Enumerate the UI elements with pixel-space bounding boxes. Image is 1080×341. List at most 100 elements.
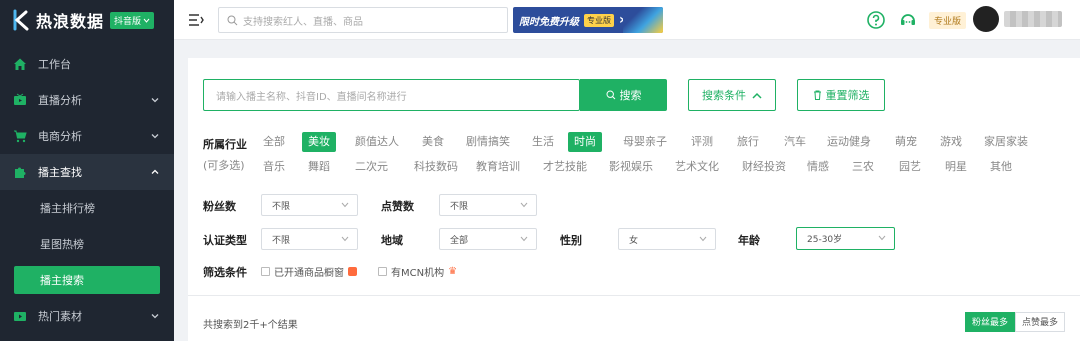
industry-option[interactable]: 美妆: [302, 132, 336, 152]
industry-option[interactable]: 才艺技能: [537, 157, 593, 177]
sidebar-subitem-star-hot[interactable]: 星图热榜: [0, 226, 174, 262]
multi-select-hint: (可多选): [203, 159, 245, 172]
sidebar-item-label: 电商分析: [38, 130, 82, 143]
chevron-down-icon: [520, 236, 528, 242]
industry-option[interactable]: 舞蹈: [302, 157, 336, 177]
platform-switch[interactable]: 抖音版: [110, 11, 155, 29]
chevron-down-icon: [151, 98, 159, 103]
industry-option[interactable]: 母婴亲子: [617, 132, 673, 152]
search-button-label: 搜索: [619, 89, 642, 102]
industry-option[interactable]: 音乐: [257, 157, 291, 177]
shop-window-label: 已开通商品橱窗: [274, 268, 344, 279]
fans-select-value: 不限: [272, 201, 291, 212]
industry-option[interactable]: 旅行: [731, 132, 765, 152]
reset-filters-label: 重置筛选: [825, 89, 870, 102]
industry-option[interactable]: 二次元: [349, 157, 394, 177]
industry-option[interactable]: 其他: [984, 157, 1018, 177]
tv-icon: [12, 92, 28, 108]
filter-conditions-label: 筛选条件: [203, 266, 247, 279]
user-name-redacted[interactable]: [1004, 11, 1062, 27]
keyword-search-input[interactable]: 请输入播主名称、抖音ID、直播间名称进行: [203, 79, 580, 111]
gender-select-value: 女: [629, 235, 639, 246]
chevron-up-icon: [752, 92, 762, 99]
industry-option[interactable]: 明星: [939, 157, 973, 177]
industry-option[interactable]: 科技数码: [408, 157, 464, 177]
sort-by-likes-button[interactable]: 点赞最多: [1015, 312, 1066, 332]
brand-logo-icon: [13, 9, 29, 31]
industry-option[interactable]: 艺术文化: [669, 157, 725, 177]
home-icon: [12, 56, 28, 72]
upgrade-promo-banner[interactable]: 限时免费升级 专业版 ›: [513, 7, 663, 33]
checkbox-box[interactable]: [378, 267, 387, 276]
sidebar-item-label: 直播分析: [38, 94, 82, 107]
search-button[interactable]: 搜索: [580, 79, 667, 111]
global-search-input[interactable]: 支持搜索红人、直播、商品: [218, 7, 508, 33]
cert-type-select-value: 不限: [272, 235, 291, 246]
customer-service-icon[interactable]: [898, 10, 918, 30]
age-select[interactable]: 25-30岁: [796, 227, 895, 250]
industry-option[interactable]: 家居家装: [978, 132, 1034, 152]
mcn-checkbox[interactable]: 有MCN机构 ♛: [378, 264, 457, 279]
promo-badge: 专业版: [584, 13, 614, 27]
checkbox-box[interactable]: [261, 267, 270, 276]
likes-select[interactable]: 不限: [439, 194, 537, 216]
industry-option[interactable]: 财经投资: [736, 157, 792, 177]
industry-option[interactable]: 颜值达人: [349, 132, 405, 152]
region-select[interactable]: 全部: [439, 228, 537, 250]
top-header: 支持搜索红人、直播、商品 限时免费升级 专业版 › 专业版: [174, 0, 1080, 40]
industry-option[interactable]: 影视娱乐: [603, 157, 659, 177]
sidebar-item-hot-material[interactable]: 热门素材: [0, 298, 174, 334]
gender-select[interactable]: 女: [618, 228, 716, 250]
industry-option[interactable]: 园艺: [893, 157, 927, 177]
industry-option[interactable]: 汽车: [778, 132, 812, 152]
sidebar-subitem-label: 星图热榜: [40, 238, 84, 251]
industry-option[interactable]: 游戏: [934, 132, 968, 152]
sort-by-fans-button[interactable]: 粉丝最多: [965, 312, 1016, 332]
reset-filters-button[interactable]: 重置筛选: [797, 79, 885, 111]
cert-type-label: 认证类型: [203, 234, 247, 247]
menu-toggle-icon[interactable]: [188, 12, 204, 28]
sidebar-item-streamer-search[interactable]: 播主查找: [0, 154, 174, 190]
search-icon: [605, 90, 615, 100]
gender-label: 性别: [560, 234, 582, 247]
search-conditions-button[interactable]: 搜索条件: [688, 79, 776, 111]
industry-option[interactable]: 时尚: [568, 132, 602, 152]
chevron-down-icon: [151, 134, 159, 139]
help-icon[interactable]: [866, 10, 886, 30]
sidebar-subitem-streamer-search[interactable]: 播主搜索: [14, 266, 160, 294]
industry-option[interactable]: 三农: [846, 157, 880, 177]
sidebar-item-label: 播主查找: [38, 166, 82, 179]
sidebar-item-workbench[interactable]: 工作台: [0, 46, 174, 82]
search-panel: 请输入播主名称、抖音ID、直播间名称进行 搜索 搜索条件 重置筛选 所属行业 (…: [188, 58, 1080, 341]
keyword-search-placeholder: 请输入播主名称、抖音ID、直播间名称进行: [216, 91, 407, 103]
industry-option[interactable]: 运动健身: [821, 132, 877, 152]
chevron-down-icon: [151, 314, 159, 319]
region-select-value: 全部: [450, 235, 469, 246]
industry-option[interactable]: 生活: [526, 132, 560, 152]
industry-option[interactable]: 全部: [257, 132, 291, 152]
region-label: 地域: [381, 234, 403, 247]
cert-type-select[interactable]: 不限: [261, 228, 358, 250]
industry-option[interactable]: 剧情搞笑: [460, 132, 516, 152]
brand[interactable]: 热浪数据 抖音版: [0, 0, 174, 40]
industry-option[interactable]: 教育培训: [470, 157, 526, 177]
industry-option[interactable]: 评测: [685, 132, 719, 152]
chevron-down-icon: [520, 202, 528, 208]
industry-option[interactable]: 情感: [801, 157, 835, 177]
avatar[interactable]: [973, 6, 999, 32]
age-label: 年龄: [738, 234, 760, 247]
sidebar-item-live-analysis[interactable]: 直播分析: [0, 82, 174, 118]
industry-option[interactable]: 美食: [416, 132, 450, 152]
shop-window-checkbox[interactable]: 已开通商品橱窗: [261, 264, 357, 279]
puzzle-icon: [12, 164, 28, 180]
sidebar-item-ecommerce-analysis[interactable]: 电商分析: [0, 118, 174, 154]
chevron-down-icon: [878, 235, 886, 241]
global-search-placeholder: 支持搜索红人、直播、商品: [243, 16, 363, 28]
divider: [188, 295, 1080, 296]
industry-option[interactable]: 萌宠: [889, 132, 923, 152]
sidebar-subitem-label: 播主排行榜: [40, 202, 95, 215]
sidebar-subitem-streamer-ranking[interactable]: 播主排行榜: [0, 190, 174, 226]
fans-select[interactable]: 不限: [261, 194, 358, 216]
sidebar: 热浪数据 抖音版 工作台 直播分析 电商分析 播主查找 播主排行榜 星图热榜 播…: [0, 0, 174, 341]
age-select-value: 25-30岁: [807, 235, 843, 245]
